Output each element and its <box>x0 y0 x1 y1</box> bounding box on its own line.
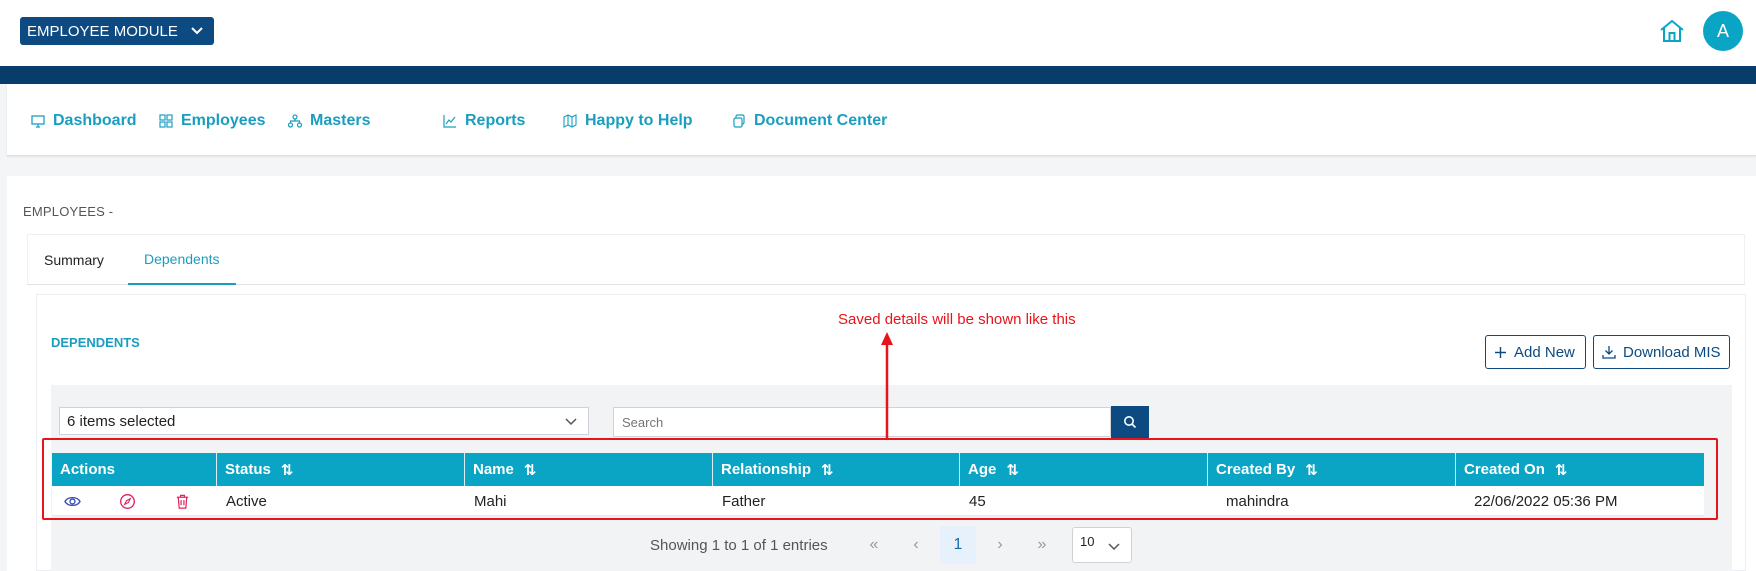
nav-item-employees[interactable]: Employees <box>159 112 265 130</box>
section-breadcrumb: EMPLOYEES - <box>23 204 114 219</box>
monitor-icon <box>31 115 45 128</box>
module-selector-label: EMPLOYEE MODULE <box>27 22 178 40</box>
pagination-info: Showing 1 to 1 of 1 entries <box>650 526 828 564</box>
nav-item-dashboard[interactable]: Dashboard <box>31 112 137 130</box>
avatar-initial: A <box>1716 20 1729 41</box>
pagination-info-text: Showing 1 to 1 of 1 entries <box>650 536 828 554</box>
line-chart-icon <box>443 115 456 128</box>
tab-bar: Summary Dependents <box>27 234 1745 285</box>
add-new-button[interactable]: Add New <box>1485 335 1586 369</box>
map-icon <box>563 114 577 128</box>
tab-dependents[interactable]: Dependents <box>128 235 236 285</box>
nav-label: Employees <box>181 112 266 129</box>
search-input[interactable] <box>613 407 1111 437</box>
nav-label: Masters <box>310 112 371 129</box>
module-selector[interactable]: EMPLOYEE MODULE <box>20 17 214 45</box>
annotation-text: Saved details will be shown like this <box>838 311 1076 328</box>
first-page-button[interactable]: « <box>856 526 892 564</box>
chevron-down-icon <box>565 418 577 426</box>
top-bar: EMPLOYEE MODULE A <box>0 0 1756 66</box>
chevron-down-icon <box>191 27 203 35</box>
download-mis-button[interactable]: Download MIS <box>1593 335 1730 369</box>
download-icon <box>1602 346 1616 359</box>
page-size-select[interactable]: 10 <box>1072 527 1132 563</box>
column-select[interactable]: 6 items selected <box>59 407 589 435</box>
page-size-value: 10 <box>1080 534 1095 549</box>
next-page-button[interactable]: › <box>982 526 1018 564</box>
nav-label: Dashboard <box>53 112 137 129</box>
annotation-arrow-icon <box>881 332 893 438</box>
main-nav: Dashboard Employees Masters Reports Happ… <box>7 84 1756 156</box>
panel-title: DEPENDENTS <box>51 335 140 350</box>
user-avatar[interactable]: A <box>1703 11 1743 51</box>
sitemap-icon <box>288 114 302 128</box>
prev-page-button[interactable]: ‹ <box>898 526 934 564</box>
page-button-current[interactable]: 1 <box>940 526 976 564</box>
nav-item-masters[interactable]: Masters <box>288 112 370 130</box>
chevron-down-icon <box>1108 543 1120 551</box>
nav-item-happy-to-help[interactable]: Happy to Help <box>563 112 693 130</box>
nav-item-reports[interactable]: Reports <box>443 112 525 130</box>
plus-icon <box>1495 346 1506 358</box>
header-band <box>0 66 1756 84</box>
search-icon <box>1124 416 1137 429</box>
nav-label: Reports <box>465 112 526 129</box>
annotation-highlight-box <box>42 438 1718 520</box>
last-page-button[interactable]: » <box>1024 526 1060 564</box>
column-select-value: 6 items selected <box>67 412 176 430</box>
download-label: Download MIS <box>1623 343 1721 361</box>
tab-summary[interactable]: Summary <box>28 235 120 285</box>
search-button[interactable] <box>1111 406 1149 438</box>
copy-icon <box>733 114 745 128</box>
nav-label: Document Center <box>754 112 888 129</box>
grid-icon <box>159 114 173 128</box>
nav-label: Happy to Help <box>585 112 693 129</box>
nav-item-document-center[interactable]: Document Center <box>732 112 887 130</box>
add-new-label: Add New <box>1514 343 1575 361</box>
home-icon[interactable] <box>1658 18 1686 44</box>
